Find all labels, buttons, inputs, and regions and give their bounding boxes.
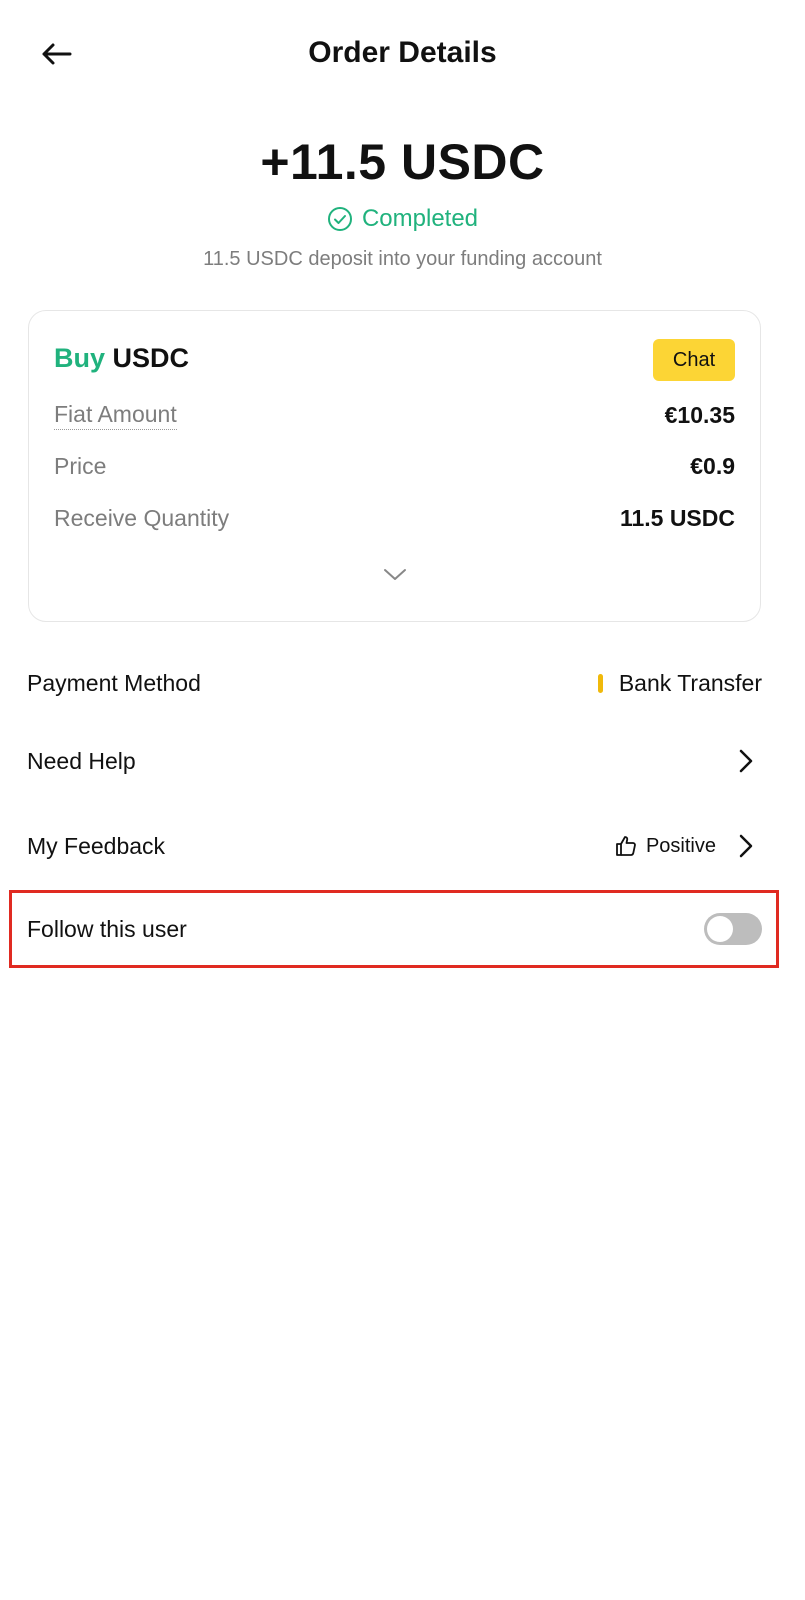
page-title: Order Details (308, 36, 497, 69)
feedback-value: Positive (645, 834, 716, 857)
receive-quantity-value: 11.5 USDC (619, 505, 735, 531)
fiat-amount-value: €10.35 (664, 402, 735, 428)
follow-user-label: Follow this user (27, 915, 187, 942)
order-amount: +11.5 USDC (260, 134, 545, 190)
receive-quantity-row: Receive Quantity 11.5 USDC (54, 505, 735, 532)
order-asset: USDC (112, 343, 190, 373)
my-feedback-row[interactable]: My Feedback Positive (27, 829, 762, 863)
order-side: Buy (54, 343, 106, 373)
chevron-right-icon (739, 834, 753, 858)
fiat-amount-row: Fiat Amount €10.35 (54, 401, 735, 430)
status-badge: Completed (0, 205, 805, 233)
chevron-right-icon (739, 749, 753, 773)
feedback-value-group: Positive (614, 834, 762, 858)
payment-method-label: Payment Method (27, 669, 201, 696)
status-text: Completed (361, 205, 479, 232)
payment-method-value: Bank Transfer (618, 669, 762, 696)
chat-button[interactable]: Chat (653, 339, 735, 381)
follow-user-toggle[interactable] (704, 913, 762, 945)
toggle-knob (707, 916, 733, 942)
need-help-label: Need Help (27, 747, 136, 774)
thumbs-up-icon (616, 836, 636, 856)
card-title: Buy USDC (54, 343, 189, 374)
follow-user-row: Follow this user (27, 912, 762, 946)
check-circle-icon (327, 207, 352, 231)
my-feedback-label: My Feedback (27, 832, 166, 859)
price-row: Price €0.9 (54, 453, 735, 480)
fiat-amount-label[interactable]: Fiat Amount (54, 401, 177, 430)
receive-quantity-label: Receive Quantity (54, 505, 230, 531)
price-label: Price (54, 453, 107, 479)
payment-color-indicator (597, 673, 603, 693)
need-help-row[interactable]: Need Help (27, 744, 762, 778)
header: Order Details (0, 0, 805, 110)
chevron-down-icon (383, 569, 406, 580)
deposit-description: 11.5 USDC deposit into your funding acco… (203, 248, 602, 270)
expand-details-button[interactable] (375, 561, 415, 589)
price-value: €0.9 (690, 453, 735, 479)
payment-method-value-group: Bank Transfer (597, 669, 762, 697)
order-card: Buy USDC Chat Fiat Amount €10.35 Price €… (28, 310, 761, 622)
payment-method-row: Payment Method Bank Transfer (27, 667, 762, 699)
